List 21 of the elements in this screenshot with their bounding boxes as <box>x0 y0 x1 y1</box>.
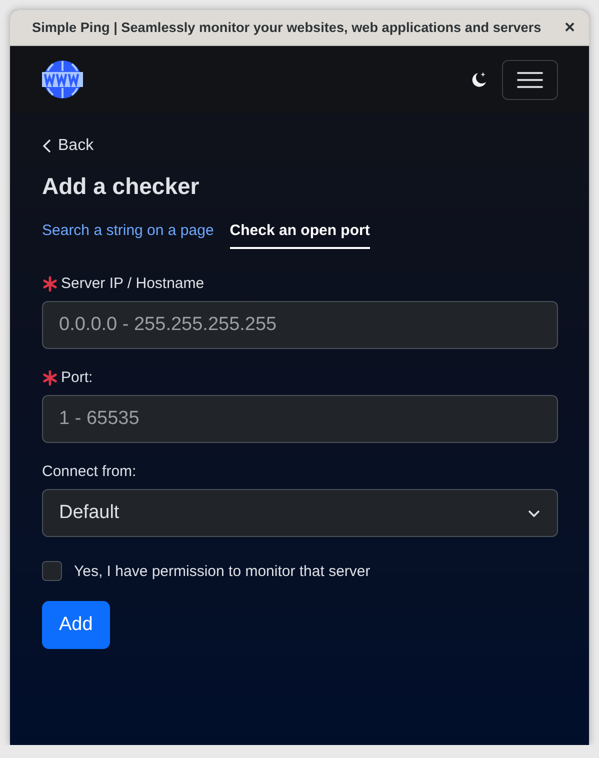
tab[interactable]: Search a string on a page <box>42 222 214 249</box>
menu-button[interactable] <box>502 60 558 100</box>
chevron-left-icon <box>42 139 52 153</box>
tab[interactable]: Check an open port <box>230 222 370 249</box>
checkbox-label: Yes, I have permission to monitor that server <box>74 562 370 580</box>
menu-icon <box>517 70 543 88</box>
close-button[interactable]: × <box>562 17 577 38</box>
field-label: Port: <box>61 369 93 386</box>
field-label: Server IP / Hostname <box>61 275 204 292</box>
back-link[interactable]: Back <box>42 137 94 155</box>
chevron-down-icon <box>527 508 541 518</box>
window-title: Simple Ping | Seamlessly monitor your websites, web applications and servers <box>32 20 542 35</box>
input-field[interactable]: 0.0.0.0 - 255.255.255.255 <box>42 301 558 349</box>
globe-icon[interactable] <box>42 59 83 100</box>
page-heading: Add a checker <box>42 173 200 200</box>
select-field[interactable]: Default <box>42 489 558 537</box>
checkbox[interactable] <box>42 561 62 581</box>
field-label: Connect from: <box>42 463 136 480</box>
add-button[interactable]: Add <box>42 601 110 649</box>
input-field[interactable]: 1 - 65535 <box>42 395 558 443</box>
moon-icon[interactable] <box>470 70 488 88</box>
